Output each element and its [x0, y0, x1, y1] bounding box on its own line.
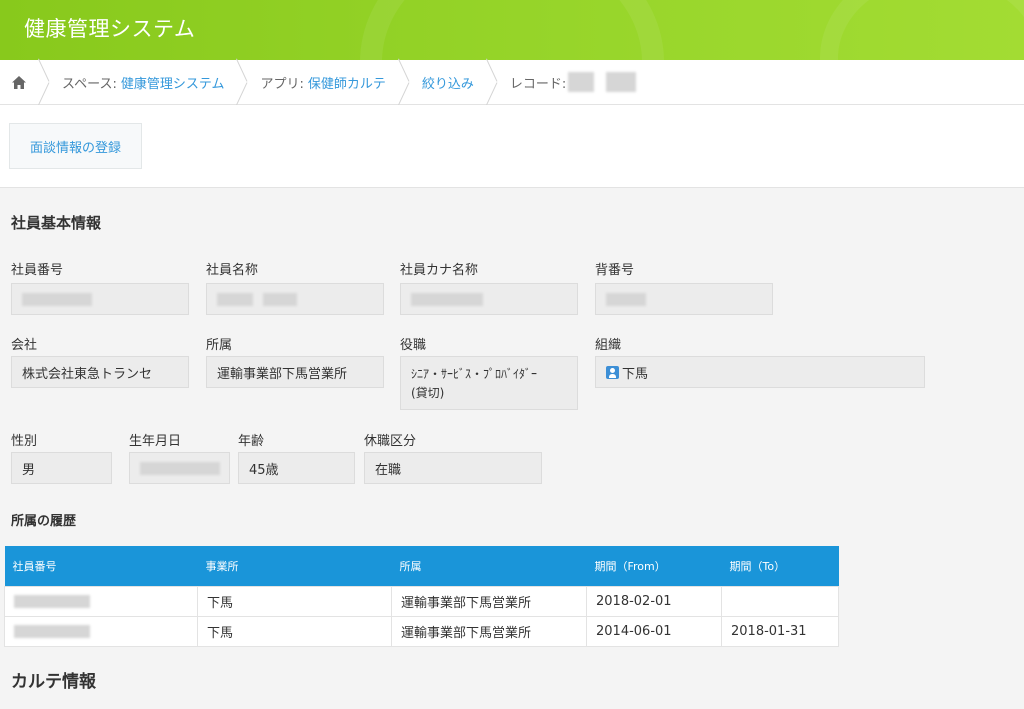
- cell-emp-number: [4, 615, 198, 647]
- department-value: 運輸事業部下馬営業所: [217, 366, 348, 382]
- redacted-value: [263, 292, 297, 306]
- section-title-karte: カルテ情報: [11, 672, 96, 692]
- breadcrumb-space-link[interactable]: 健康管理システム: [121, 73, 225, 92]
- record-toolbar: 面談情報の登録: [0, 105, 1024, 188]
- organization-field: 下馬: [595, 356, 925, 388]
- department-field: 運輸事業部下馬営業所: [206, 356, 384, 388]
- birthdate-field: [129, 452, 230, 484]
- header-decoration: [820, 0, 1024, 60]
- cell-emp-number: [4, 585, 198, 617]
- breadcrumb-space[interactable]: スペース: 健康管理システム: [50, 60, 236, 104]
- cell-from: 2014-06-01: [586, 615, 722, 647]
- age-label: 年齢: [238, 434, 265, 449]
- register-interview-button[interactable]: 面談情報の登録: [9, 123, 142, 169]
- employee-number-label: 社員番号: [11, 263, 64, 278]
- table-header-row: 社員番号 事業所 所属 期間（From） 期間（To）: [4, 546, 839, 586]
- employee-kana-field: [400, 283, 578, 315]
- position-value-line2: (貸切): [411, 386, 445, 400]
- breadcrumb-separator: [398, 60, 410, 104]
- home-icon: [12, 75, 26, 89]
- company-value: 株式会社東急トランセ: [22, 366, 153, 382]
- redacted-value: [140, 461, 220, 475]
- breadcrumb-separator: [38, 60, 50, 104]
- company-field: 株式会社東急トランセ: [11, 356, 189, 388]
- history-title: 所属の履歴: [11, 514, 77, 529]
- column-header: 所属: [391, 546, 587, 586]
- redacted-value: [606, 292, 646, 306]
- column-header: 期間（To）: [721, 546, 839, 586]
- column-header: 社員番号: [4, 546, 198, 586]
- redacted-record-name: [606, 72, 637, 92]
- table-row: 下馬 運輸事業部下馬営業所 2018-02-01: [4, 585, 839, 617]
- breadcrumb-app-link[interactable]: 保健師カルテ: [308, 73, 386, 92]
- employee-name-label: 社員名称: [206, 263, 259, 278]
- organization-label: 組織: [595, 338, 622, 353]
- redacted-value: [14, 624, 90, 638]
- cell-department: 運輸事業部下馬営業所: [391, 585, 587, 617]
- company-label: 会社: [11, 338, 38, 353]
- cell-department: 運輸事業部下馬営業所: [391, 615, 587, 647]
- employee-number-field: [11, 283, 189, 315]
- age-field: 45歳: [238, 452, 355, 484]
- column-header: 期間（From）: [586, 546, 722, 586]
- employee-kana-label: 社員カナ名称: [400, 263, 479, 278]
- breadcrumb-home[interactable]: [0, 60, 38, 104]
- cell-office: 下馬: [197, 615, 392, 647]
- back-number-label: 背番号: [595, 263, 635, 278]
- organization-value: 下馬: [622, 366, 649, 382]
- redacted-value: [411, 292, 483, 306]
- leave-status-field: 在職: [364, 452, 542, 484]
- cell-from: 2018-02-01: [586, 585, 722, 617]
- breadcrumb-app[interactable]: アプリ: 保健師カルテ: [248, 60, 397, 104]
- breadcrumb-record: レコード:: [498, 60, 648, 104]
- employee-name-field: [206, 283, 384, 315]
- breadcrumb-separator: [486, 60, 498, 104]
- organization-icon: [606, 365, 619, 379]
- cell-to: 2018-01-31: [721, 615, 839, 647]
- redacted-record-id: [568, 72, 595, 92]
- gender-label: 性別: [11, 434, 38, 449]
- department-label: 所属: [206, 338, 233, 353]
- cell-to: [721, 585, 839, 617]
- gender-value: 男: [22, 462, 36, 478]
- app-title: 健康管理システム: [24, 17, 196, 41]
- back-number-field: [595, 283, 773, 315]
- leave-status-label: 休職区分: [364, 434, 417, 449]
- position-label: 役職: [400, 338, 427, 353]
- section-title-employee: 社員基本情報: [11, 214, 102, 232]
- breadcrumb-filter-link[interactable]: 絞り込み: [422, 73, 474, 92]
- cell-office: 下馬: [197, 585, 392, 617]
- breadcrumb-space-label: スペース:: [62, 76, 117, 92]
- history-table: 社員番号 事業所 所属 期間（From） 期間（To） 下馬 運輸事業部下馬営業…: [4, 546, 839, 647]
- redacted-value: [22, 292, 92, 306]
- leave-status-value: 在職: [375, 462, 402, 478]
- position-field: ｼﾆｱ・ｻｰﾋﾞｽ・ﾌﾟﾛﾊﾞｲﾀﾞｰ (貸切): [400, 356, 578, 410]
- age-value: 45歳: [249, 462, 279, 478]
- breadcrumb-filter[interactable]: 絞り込み: [410, 60, 486, 104]
- column-header: 事業所: [197, 546, 392, 586]
- breadcrumb: スペース: 健康管理システム アプリ: 保健師カルテ 絞り込み レコード:: [0, 60, 1024, 105]
- position-value-line1: ｼﾆｱ・ｻｰﾋﾞｽ・ﾌﾟﾛﾊﾞｲﾀﾞｰ: [411, 367, 538, 381]
- app-header: 健康管理システム: [0, 0, 1024, 60]
- table-row: 下馬 運輸事業部下馬営業所 2014-06-01 2018-01-31: [4, 615, 839, 647]
- header-decoration: [360, 0, 664, 60]
- breadcrumb-separator: [236, 60, 248, 104]
- redacted-value: [217, 292, 253, 306]
- gender-field: 男: [11, 452, 112, 484]
- breadcrumb-record-label: レコード:: [509, 76, 567, 92]
- redacted-value: [14, 594, 90, 608]
- birthdate-label: 生年月日: [129, 434, 182, 449]
- breadcrumb-app-label: アプリ:: [260, 76, 304, 92]
